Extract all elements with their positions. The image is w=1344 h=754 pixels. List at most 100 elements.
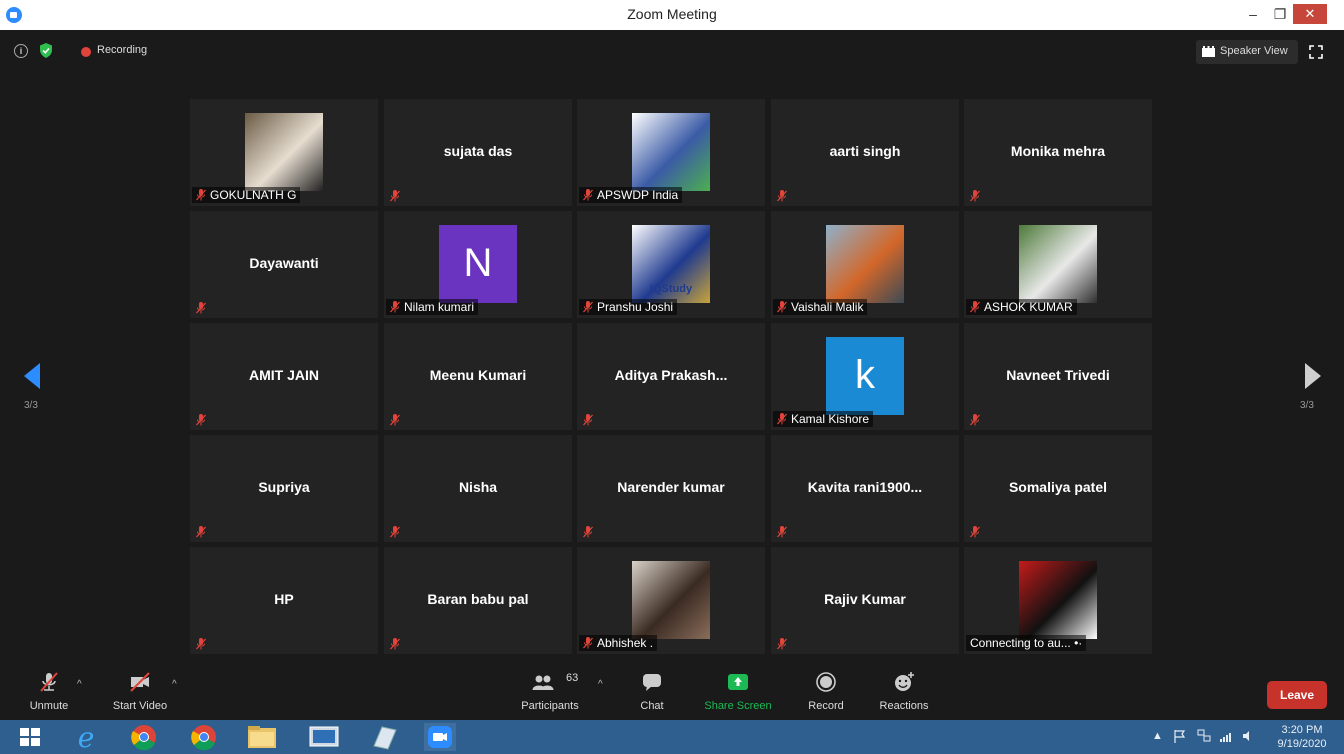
action-center-flag-icon[interactable] <box>1172 728 1188 744</box>
participants-button[interactable]: 63 Participants <box>514 665 586 720</box>
participant-tile[interactable]: Somaliya patel <box>964 435 1152 542</box>
participant-tile[interactable]: Baran babu pal <box>384 547 572 654</box>
speaker-view-button[interactable]: Speaker View <box>1196 40 1298 64</box>
muted-microphone-icon <box>390 525 400 538</box>
svg-text:e: e <box>78 722 95 752</box>
reactions-button[interactable]: Reactions <box>872 665 936 720</box>
muted-microphone-icon <box>40 672 58 692</box>
audio-options-caret[interactable]: ^ <box>77 679 82 690</box>
muted-microphone-icon <box>583 413 593 426</box>
participant-tile[interactable]: ASHOK KUMAR <box>964 211 1152 318</box>
participant-name: Abhishek . <box>597 636 654 650</box>
volume-icon[interactable] <box>1240 728 1256 744</box>
reactions-label: Reactions <box>879 700 929 712</box>
next-page-arrow-icon[interactable] <box>1303 362 1323 390</box>
participant-tile[interactable]: Aditya Prakash... <box>577 323 765 430</box>
participant-tile[interactable]: Abhishek . <box>577 547 765 654</box>
muted-microphone-icon <box>583 525 593 538</box>
video-options-caret[interactable]: ^ <box>172 679 177 690</box>
participant-name: GOKULNATH G <box>210 188 297 202</box>
participant-tile[interactable]: IQStudy Pranshu Joshi <box>577 211 765 318</box>
participants-icon <box>532 675 554 690</box>
shield-icon[interactable] <box>39 43 53 58</box>
participants-count: 63 <box>566 672 579 684</box>
participant-tile[interactable]: Dayawanti <box>190 211 378 318</box>
info-icon[interactable]: i <box>14 44 28 58</box>
chat-label: Chat <box>640 700 664 712</box>
remote-desktop-icon[interactable] <box>302 722 346 752</box>
participant-tile[interactable]: sujata das <box>384 99 572 206</box>
participant-tile[interactable]: Monika mehra <box>964 99 1152 206</box>
chat-button[interactable]: Chat <box>626 665 678 720</box>
muted-microphone-icon <box>777 637 787 650</box>
share-screen-icon <box>728 674 748 690</box>
reactions-icon <box>895 672 914 691</box>
file-explorer-icon[interactable] <box>240 722 284 752</box>
participant-tile[interactable]: HP <box>190 547 378 654</box>
clock-time: 3:20 PM <box>1281 724 1323 736</box>
meeting-toolbar: Unmute ^ Start Video ^ 63 Participants ^ <box>0 665 1344 720</box>
record-icon <box>816 672 836 692</box>
muted-microphone-icon <box>390 637 400 650</box>
chrome-icon-second[interactable] <box>182 722 226 752</box>
participant-tile[interactable]: APSWDP India <box>577 99 765 206</box>
close-button[interactable]: ✕ <box>1293 4 1327 24</box>
participant-tile[interactable]: aarti singh <box>771 99 959 206</box>
participant-name: Baran babu pal <box>427 591 529 607</box>
notepad-icon[interactable] <box>362 722 406 752</box>
start-video-button[interactable]: Start Video <box>104 665 176 720</box>
leave-button[interactable]: Leave <box>1267 681 1327 709</box>
taskbar-clock[interactable]: 3:20 PM 9/19/2020 <box>1266 723 1338 751</box>
participant-tile[interactable]: Vaishali Malik <box>771 211 959 318</box>
chat-icon <box>643 674 661 691</box>
chrome-icon[interactable] <box>122 722 166 752</box>
participant-tile[interactable]: Meenu Kumari <box>384 323 572 430</box>
speaker-view-icon <box>1202 46 1215 57</box>
participant-tile[interactable]: Kavita rani1900... <box>771 435 959 542</box>
muted-microphone-icon <box>196 301 206 314</box>
participants-options-caret[interactable]: ^ <box>598 679 603 690</box>
muted-microphone-icon <box>390 301 400 313</box>
previous-page-arrow-icon[interactable] <box>22 362 42 390</box>
network-icon[interactable] <box>1196 728 1212 744</box>
recording-icon <box>81 47 91 57</box>
participant-tile[interactable]: Nisha <box>384 435 572 542</box>
signal-icon[interactable] <box>1218 728 1234 744</box>
participant-name: Connecting to au... •· <box>970 636 1083 650</box>
participant-photo <box>632 561 710 639</box>
record-button[interactable]: Record <box>798 665 854 720</box>
participant-name: Rajiv Kumar <box>824 591 906 607</box>
participant-tile[interactable]: Connecting to au... •· <box>964 547 1152 654</box>
page-indicator-left: 3/3 <box>24 400 38 411</box>
participant-tile[interactable]: GOKULNATH G <box>190 99 378 206</box>
participant-tile[interactable]: Supriya <box>190 435 378 542</box>
participant-name: Monika mehra <box>1010 143 1106 159</box>
unmute-button[interactable]: Unmute <box>22 665 76 720</box>
muted-microphone-icon <box>196 413 206 426</box>
participant-name-label: Nilam kumari <box>386 299 479 315</box>
tray-chevron-icon[interactable]: ▲ <box>1152 730 1163 742</box>
minimize-button[interactable]: – <box>1238 0 1268 30</box>
fullscreen-icon[interactable] <box>1309 45 1323 59</box>
participant-grid: GOKULNATH G sujata das APSWDP India aarti s… <box>190 99 1154 654</box>
muted-microphone-icon <box>583 301 593 313</box>
participant-tile[interactable]: k Kamal Kishore <box>771 323 959 430</box>
participant-name-label: Vaishali Malik <box>773 299 868 315</box>
maximize-button[interactable]: ❐ <box>1265 0 1295 30</box>
windows-taskbar: e ▲ 3:20 PM 9/19/2020 <box>0 720 1344 754</box>
windows-start-icon[interactable] <box>8 722 52 752</box>
share-screen-button[interactable]: Share Screen <box>700 665 776 720</box>
participant-tile[interactable]: AMIT JAIN <box>190 323 378 430</box>
participant-tile[interactable]: Narender kumar <box>577 435 765 542</box>
participant-tile[interactable]: Navneet Trivedi <box>964 323 1152 430</box>
meeting-top-bar: i Recording Speaker View <box>0 30 1344 74</box>
participant-tile[interactable]: N Nilam kumari <box>384 211 572 318</box>
muted-microphone-icon <box>777 413 787 425</box>
participant-name: Pranshu Joshi <box>597 300 674 314</box>
internet-explorer-icon[interactable]: e <box>64 722 108 752</box>
recording-label: Recording <box>97 44 148 56</box>
muted-microphone-icon <box>970 189 980 202</box>
zoom-taskbar-icon[interactable] <box>418 722 462 752</box>
participant-name-label: APSWDP India <box>579 187 683 203</box>
participant-tile[interactable]: Rajiv Kumar <box>771 547 959 654</box>
